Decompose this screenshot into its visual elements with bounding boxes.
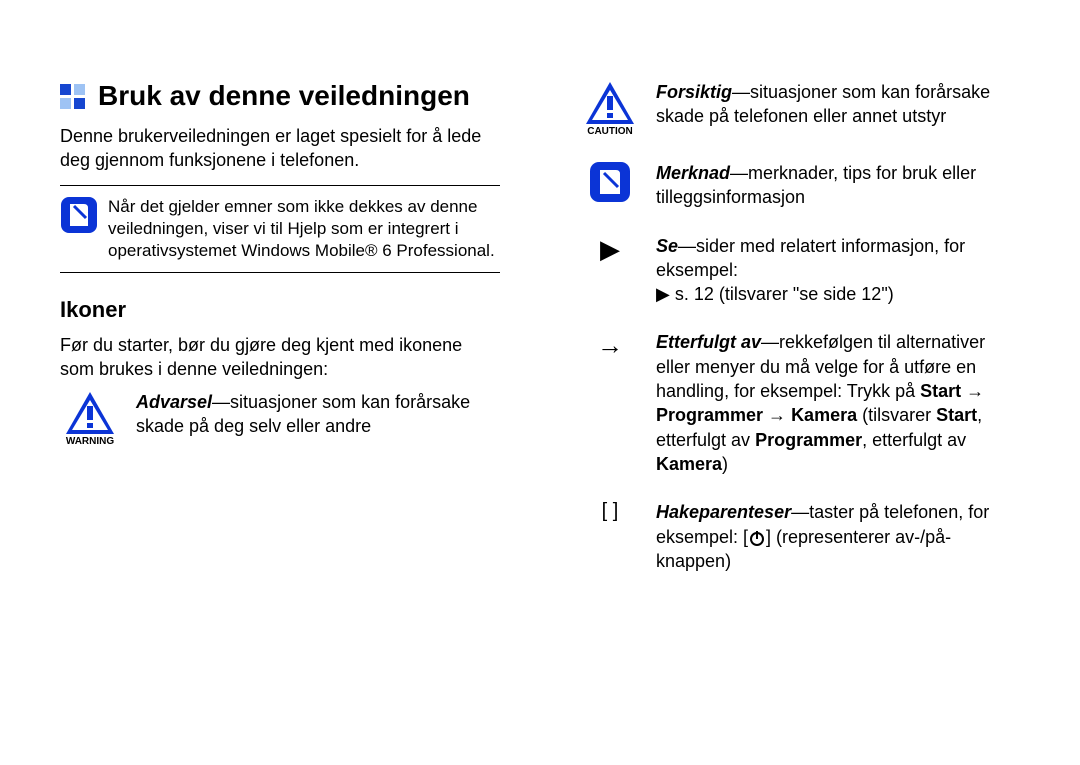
etterfulgt-text: Etterfulgt av—rekkefølgen til alternativ…	[656, 330, 1020, 476]
document-page: Bruk av denne veiledningen Denne brukerv…	[0, 0, 1080, 637]
warning-label: Advarsel	[136, 392, 212, 412]
warning-row: WARNING Advarsel—situasjoner som kan for…	[60, 390, 500, 447]
arrow-icon: →	[580, 330, 640, 361]
etterfulgt-row: → Etterfulgt av—rekkefølgen til alternat…	[580, 330, 1020, 476]
page-title: Bruk av denne veiledningen	[98, 80, 470, 112]
caution-icon: CAUTION	[580, 80, 640, 137]
hakeparenteser-row: [ ] Hakeparenteser—taster på telefonen, …	[580, 500, 1020, 573]
caution-caption: CAUTION	[587, 126, 633, 137]
left-column: Bruk av denne veiledningen Denne brukerv…	[60, 80, 500, 597]
se-label: Se	[656, 236, 678, 256]
note-icon	[60, 196, 98, 234]
warning-icon: WARNING	[60, 390, 120, 447]
caution-label: Forsiktig	[656, 82, 732, 102]
note-text: Når det gjelder emner som ikke dekkes av…	[108, 196, 500, 262]
merknad-row: Merknad—merknader, tips for bruk eller t…	[580, 161, 1020, 210]
intro-text: Denne brukerveiledningen er laget spesie…	[60, 124, 500, 173]
triangle-icon: ▶	[580, 234, 640, 265]
warning-text: Advarsel—situasjoner som kan forårsake s…	[136, 390, 500, 439]
brackets-icon: [ ]	[580, 500, 640, 523]
caution-text: Forsiktig—situasjoner som kan forårsake …	[656, 80, 1020, 129]
se-text: Se—sider med relatert informasjon, for e…	[656, 234, 1020, 307]
se-row: ▶ Se—sider med relatert informasjon, for…	[580, 234, 1020, 307]
merknad-text: Merknad—merknader, tips for bruk eller t…	[656, 161, 1020, 210]
merknad-icon	[580, 161, 640, 203]
warning-caption: WARNING	[66, 436, 114, 447]
squares-icon	[60, 84, 86, 110]
hake-label: Hakeparenteser	[656, 502, 791, 522]
icons-heading: Ikoner	[60, 297, 500, 323]
heading-row: Bruk av denne veiledningen	[60, 80, 500, 124]
merknad-label: Merknad	[656, 163, 730, 183]
note-block: Når det gjelder emner som ikke dekkes av…	[60, 185, 500, 273]
hakeparenteser-text: Hakeparenteser—taster på telefonen, for …	[656, 500, 1020, 573]
right-column: CAUTION Forsiktig—situasjoner som kan fo…	[580, 80, 1020, 597]
etterfulgt-label: Etterfulgt av	[656, 332, 761, 352]
icons-intro: Før du starter, bør du gjøre deg kjent m…	[60, 333, 500, 382]
power-icon	[748, 529, 766, 547]
caution-row: CAUTION Forsiktig—situasjoner som kan fo…	[580, 80, 1020, 137]
